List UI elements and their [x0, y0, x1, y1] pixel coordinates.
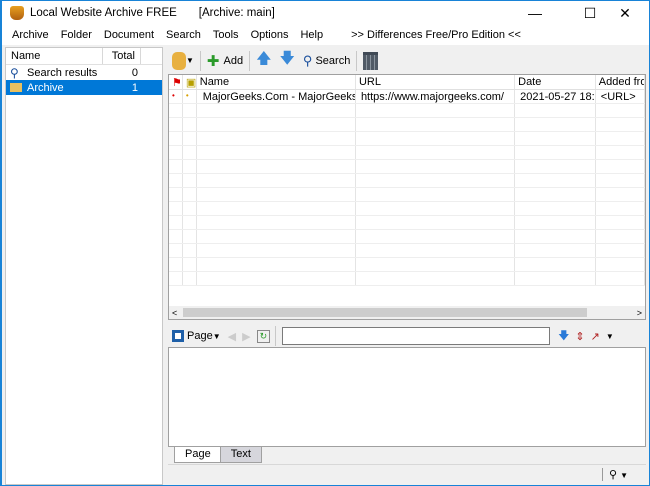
- table-row[interactable]: • • MajorGeeks.Com - MajorGeeks https://…: [169, 90, 645, 104]
- menu-differences[interactable]: >> Differences Free/Pro Edition <<: [345, 29, 527, 41]
- tab-page[interactable]: Page: [174, 447, 222, 463]
- move-up-button[interactable]: 🡅: [256, 48, 271, 73]
- scroll-left-icon[interactable]: <: [172, 308, 177, 318]
- flag-icon[interactable]: ⚑: [169, 75, 183, 89]
- viewer-toolbar: Page ▼ ◀ ▶ ↻ 🡇 ⇕ ↗ ▼: [168, 325, 646, 347]
- tree-item-search-results[interactable]: ⚲ Search results 0: [6, 65, 162, 80]
- status-bar: ⚲ ▼: [168, 464, 646, 485]
- add-button[interactable]: ✚ Add: [207, 52, 243, 70]
- archive-title: [Archive: main]: [198, 7, 275, 19]
- documents-grid: ⚑ ▣ Name URL Date Added fro • • MajorGee…: [168, 74, 646, 320]
- add-document-icon: ✚: [206, 52, 220, 70]
- horizontal-scrollbar[interactable]: < >: [169, 306, 645, 319]
- app-icon: [10, 6, 24, 20]
- tree-item-archive[interactable]: Archive 1: [6, 80, 162, 95]
- menu-tools[interactable]: Tools: [207, 29, 245, 41]
- search-icon: ⚲: [10, 65, 19, 80]
- viewer-tabs: Page Text: [174, 447, 262, 463]
- scrollbar-thumb[interactable]: [183, 308, 587, 317]
- tab-text[interactable]: Text: [219, 447, 262, 463]
- trash-icon: [363, 51, 379, 70]
- menu-folder[interactable]: Folder: [55, 29, 98, 41]
- col-added-from[interactable]: Added fro: [596, 75, 645, 89]
- archive-dropdown-button[interactable]: ▼: [172, 51, 194, 70]
- folder-icon: [10, 83, 22, 92]
- flag-dot: •: [169, 90, 183, 103]
- menu-help[interactable]: Help: [294, 29, 329, 41]
- search-button[interactable]: ⚲ Search: [303, 53, 350, 69]
- arrow-down-icon: 🡇: [279, 50, 295, 67]
- back-icon[interactable]: ◀: [228, 330, 236, 343]
- address-input[interactable]: [282, 327, 551, 345]
- page-viewer: [168, 347, 646, 447]
- refresh-page-icon[interactable]: ↻: [256, 329, 271, 343]
- app-window: Local Website Archive FREE [Archive: mai…: [0, 0, 650, 486]
- menu-bar: Archive Folder Document Search Tools Opt…: [2, 25, 649, 45]
- find-highlight-icon[interactable]: ⇕: [575, 330, 584, 343]
- app-title: Local Website Archive FREE: [30, 7, 177, 19]
- open-external-icon[interactable]: ↗: [591, 330, 600, 343]
- menu-options[interactable]: Options: [245, 29, 295, 41]
- main-toolbar: ▼ ✚ Add 🡅 🡇 ⚲ Search: [168, 47, 646, 74]
- search-list-icon: ⚲: [302, 52, 313, 68]
- minimize-button[interactable]: —: [512, 1, 558, 25]
- col-name[interactable]: Name: [197, 75, 356, 89]
- col-total[interactable]: Total: [103, 48, 141, 64]
- note-dot: •: [183, 90, 197, 103]
- move-down-button[interactable]: 🡇: [280, 48, 295, 73]
- database-icon: [172, 51, 186, 70]
- note-icon[interactable]: ▣: [183, 75, 197, 89]
- arrow-up-icon: 🡅: [256, 50, 272, 67]
- col-url[interactable]: URL: [356, 75, 516, 89]
- zoom-search-icon[interactable]: ⚲ ▼: [601, 468, 628, 481]
- delete-button[interactable]: [363, 51, 379, 70]
- title-bar: Local Website Archive FREE [Archive: mai…: [2, 1, 649, 25]
- more-dropdown-icon[interactable]: ▼: [606, 332, 614, 341]
- col-name[interactable]: Name: [6, 48, 103, 64]
- folder-tree: Name Total ⚲ Search results 0 Archive 1: [5, 47, 163, 485]
- page-mode-button[interactable]: Page ▼: [172, 330, 221, 342]
- forward-icon[interactable]: ▶: [242, 330, 250, 343]
- find-next-icon[interactable]: 🡇: [558, 327, 569, 346]
- menu-document[interactable]: Document: [98, 29, 160, 41]
- page-icon: [172, 330, 184, 342]
- close-button[interactable]: ✕: [602, 1, 648, 25]
- menu-search[interactable]: Search: [160, 29, 207, 41]
- menu-archive[interactable]: Archive: [6, 29, 55, 41]
- col-date[interactable]: Date: [515, 75, 596, 89]
- scroll-right-icon[interactable]: >: [637, 308, 642, 318]
